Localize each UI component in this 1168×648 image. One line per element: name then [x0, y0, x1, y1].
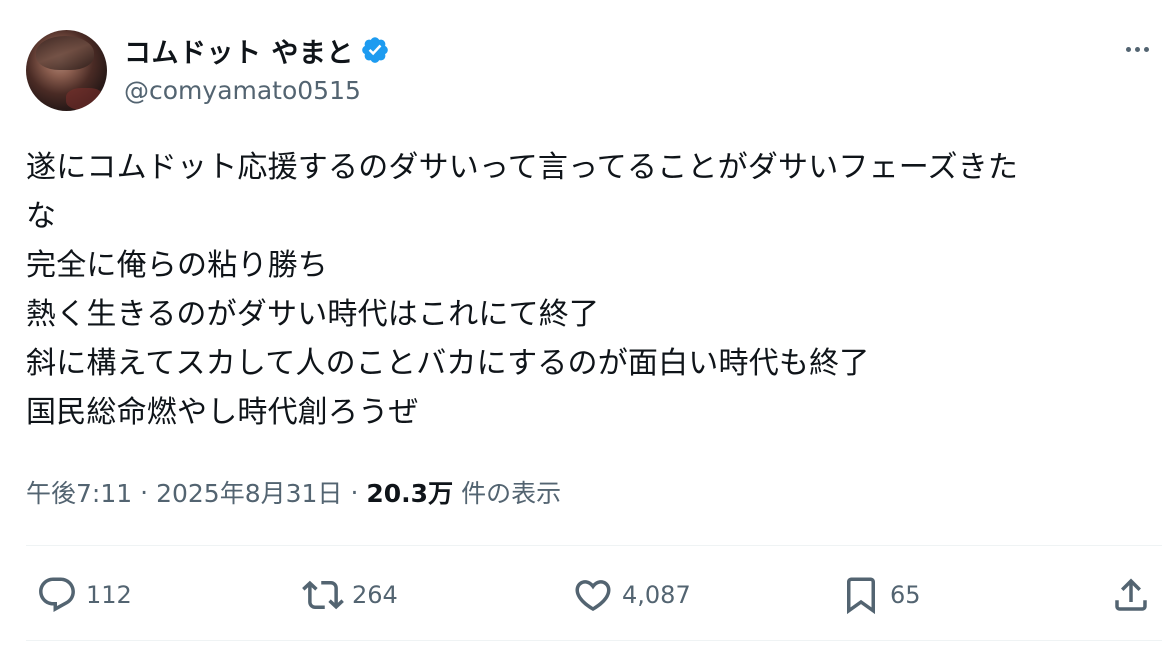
like-button[interactable]: 4,087: [572, 567, 691, 623]
bookmark-count: 65: [890, 581, 921, 609]
tweet-meta: 午後7:11 · 2025年8月31日 · 20.3万 件の表示: [26, 472, 561, 512]
divider: [26, 545, 1162, 546]
user-handle[interactable]: @comyamato0515: [124, 76, 361, 105]
reply-button[interactable]: 112: [36, 567, 132, 623]
reply-bubble-icon: [39, 577, 75, 612]
heart-icon: [575, 580, 611, 612]
bookmark-button[interactable]: 65: [840, 567, 921, 623]
share-button[interactable]: [1110, 567, 1160, 623]
tweet-text: 遂にコムドット応援するのダサいって言ってることがダサいフェーズきた な 完全に俺…: [26, 143, 1161, 437]
retweet-button[interactable]: 264: [302, 567, 398, 623]
bookmark-icon: [847, 577, 875, 615]
tweet-date[interactable]: 2025年8月31日: [156, 474, 342, 510]
user-name-row: コムドット やまと: [124, 30, 390, 70]
tweet-line: な: [26, 199, 57, 234]
tweet-line: 斜に構えてスカして人のことバカにするのが面白い時代も終了: [26, 346, 870, 381]
views-count: 20.3万: [366, 479, 454, 508]
tweet-line: 遂にコムドット応援するのダサいって言ってることがダサいフェーズきた: [26, 150, 1019, 185]
meta-separator: ·: [350, 477, 359, 507]
display-name[interactable]: コムドット やまと: [124, 31, 354, 70]
avatar[interactable]: [26, 30, 107, 111]
divider: [26, 640, 1162, 641]
retweet-arrows-icon: [302, 580, 344, 610]
like-count: 4,087: [622, 581, 691, 609]
tweet-line: 熱く生きるのがダサい時代はこれにて終了: [26, 297, 600, 332]
more-horizontal-icon[interactable]: [1118, 36, 1156, 62]
share-upload-icon: [1115, 578, 1147, 611]
meta-separator: ·: [140, 477, 149, 507]
action-bar: 112 264 4,087 65: [26, 567, 1162, 623]
verified-badge-icon[interactable]: [360, 35, 390, 65]
views-label: 件の表示: [461, 479, 562, 508]
more-dot: [1143, 46, 1149, 52]
tweet-line: 国民総命燃やし時代創ろうぜ: [26, 395, 419, 430]
retweet-count: 264: [352, 581, 398, 609]
more-dot: [1134, 46, 1140, 52]
more-dot: [1125, 46, 1131, 52]
reply-count: 112: [86, 581, 132, 609]
tweet-line: 完全に俺らの粘り勝ち: [26, 248, 328, 283]
tweet-time[interactable]: 午後7:11: [26, 474, 132, 510]
